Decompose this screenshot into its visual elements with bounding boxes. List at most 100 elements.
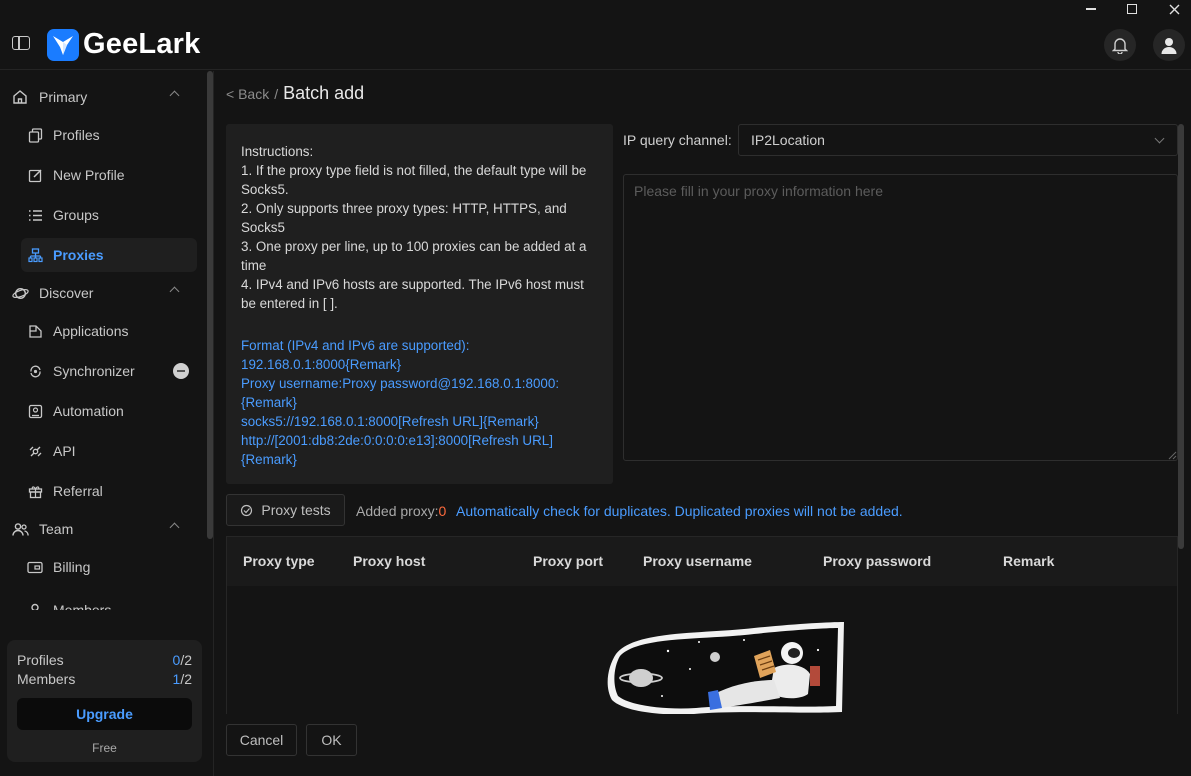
minimize-button[interactable] — [1071, 0, 1111, 18]
format-heading: Format (IPv4 and IPv6 are supported): — [241, 338, 470, 353]
cancel-button[interactable]: Cancel — [226, 724, 297, 756]
sidebar-item-proxies[interactable]: Proxies — [21, 238, 197, 272]
maximize-button[interactable] — [1112, 0, 1152, 18]
sidebar-item-automation[interactable]: Automation — [21, 394, 197, 428]
back-link[interactable]: < Back — [226, 86, 269, 102]
geelark-logo-icon — [47, 28, 79, 61]
ok-button[interactable]: OK — [306, 724, 357, 756]
main-scrollbar[interactable] — [1178, 124, 1184, 549]
proxy-table: Proxy type Proxy host Proxy port Proxy u… — [226, 536, 1178, 714]
plan-profiles-value: 0/2 — [173, 652, 192, 668]
sidebar-item-referral[interactable]: Referral — [21, 474, 197, 508]
sidebar-item-label: Automation — [53, 403, 124, 419]
sidebar-item-members[interactable]: Members — [21, 593, 197, 610]
instruction-line: 3. One proxy per line, up to 100 proxies… — [241, 239, 587, 273]
table-header: Proxy type Proxy host Proxy port Proxy u… — [227, 537, 1177, 586]
list-icon — [25, 209, 45, 222]
sync-status-icon — [173, 363, 189, 379]
plan-members-value: 1/2 — [173, 671, 192, 687]
sidebar-scrollbar[interactable] — [207, 71, 213, 539]
ip-query-value: IP2Location — [751, 132, 825, 148]
instruction-line: 4. IPv4 and IPv6 hosts are supported. Th… — [241, 277, 584, 311]
instruction-line: 2. Only supports three proxy types: HTTP… — [241, 201, 567, 235]
column-header: Remark — [1003, 553, 1055, 569]
breadcrumb: < Back / Batch add — [226, 83, 364, 104]
plan-profiles-row: Profiles 0/2 — [17, 652, 192, 668]
added-proxy-count: 0 — [438, 503, 447, 519]
format-example: socks5://192.168.0.1:8000[Refresh URL]{R… — [241, 414, 539, 429]
instruction-line: 1. If the proxy type field is not filled… — [241, 163, 587, 197]
chevron-up-icon — [169, 286, 180, 297]
nav-group-primary[interactable]: Primary — [0, 77, 200, 117]
nav-group-label: Primary — [39, 89, 88, 105]
instructions-panel: Instructions: 1. If the proxy type field… — [226, 124, 613, 484]
breadcrumb-separator: / — [274, 86, 279, 102]
synchronizer-icon — [25, 364, 45, 379]
app-logo: GeeLark — [47, 28, 200, 61]
sidebar-item-label: Groups — [53, 207, 99, 223]
title-bar: GeeLark — [0, 0, 1191, 70]
billing-icon — [25, 561, 45, 574]
proxy-tests-label: Proxy tests — [261, 502, 331, 518]
sidebar: Primary Profiles New Profile Groups Prox… — [0, 71, 214, 776]
sidebar-item-profiles[interactable]: Profiles — [21, 118, 197, 152]
column-header: Proxy password — [823, 553, 932, 569]
sidebar-item-synchronizer[interactable]: Synchronizer — [21, 354, 197, 388]
notifications-button[interactable] — [1104, 29, 1136, 61]
automation-icon — [25, 404, 45, 419]
plan-members-label: Members — [17, 671, 76, 687]
proxy-tests-button[interactable]: Proxy tests — [226, 494, 345, 526]
applications-icon — [25, 324, 45, 339]
members-icon — [25, 603, 45, 610]
sidebar-toggle-icon[interactable] — [12, 36, 30, 50]
brand-name: GeeLark — [83, 28, 201, 60]
nav-group-team[interactable]: Team — [0, 509, 200, 549]
plan-members-total: /2 — [180, 671, 192, 687]
sidebar-item-label: Referral — [53, 483, 103, 499]
test-icon — [241, 504, 253, 516]
chevron-up-icon — [169, 522, 180, 533]
sidebar-item-billing[interactable]: Billing — [21, 550, 197, 584]
empty-state-astronaut-illustration — [607, 622, 844, 714]
plan-members-row: Members 1/2 — [17, 671, 192, 687]
format-example: http://[2001:db8:2de:0:0:0:0:e13]:8000[R… — [241, 433, 553, 467]
plan-name: Free — [92, 741, 117, 755]
sidebar-item-label: Billing — [53, 559, 91, 575]
sidebar-item-api[interactable]: API — [21, 434, 197, 468]
sidebar-item-label: API — [53, 443, 76, 459]
column-header: Proxy host — [353, 553, 426, 569]
close-button[interactable] — [1154, 0, 1191, 18]
added-proxy-label: Added proxy:0 — [356, 503, 446, 519]
chevron-up-icon — [169, 90, 180, 101]
sidebar-item-applications[interactable]: Applications — [21, 314, 197, 348]
nav-group-discover[interactable]: Discover — [0, 273, 200, 313]
sidebar-item-label: Proxies — [53, 247, 104, 263]
sidebar-item-label: Applications — [53, 323, 129, 339]
team-icon — [12, 522, 32, 537]
sidebar-item-label: New Profile — [53, 167, 125, 183]
proxies-icon — [25, 247, 45, 263]
resize-handle-icon[interactable] — [1168, 451, 1177, 460]
nav-group-label: Team — [39, 521, 74, 537]
gift-icon — [25, 484, 45, 499]
ip-query-label: IP query channel: — [623, 132, 732, 148]
planet-icon — [12, 285, 32, 302]
upgrade-button[interactable]: Upgrade — [17, 698, 192, 730]
sidebar-item-label: Synchronizer — [53, 363, 135, 379]
account-button[interactable] — [1153, 29, 1185, 61]
minimize-icon — [1086, 8, 1096, 10]
added-proxy-text: Added proxy: — [356, 503, 439, 519]
bell-icon — [1112, 38, 1128, 54]
sidebar-item-label: Profiles — [53, 127, 100, 143]
format-example: Proxy username:Proxy password@192.168.0.… — [241, 376, 560, 410]
duplicate-check-note: Automatically check for duplicates. Dupl… — [456, 503, 903, 519]
proxy-input[interactable] — [623, 174, 1178, 461]
sidebar-item-new-profile[interactable]: New Profile — [21, 158, 197, 192]
sidebar-item-groups[interactable]: Groups — [21, 198, 197, 232]
sidebar-item-label: Members — [53, 602, 112, 610]
api-icon — [25, 444, 45, 459]
user-icon — [1161, 38, 1177, 54]
chevron-down-icon — [1154, 133, 1165, 144]
ip-query-select[interactable]: IP2Location — [738, 124, 1178, 156]
profiles-icon — [25, 127, 45, 143]
